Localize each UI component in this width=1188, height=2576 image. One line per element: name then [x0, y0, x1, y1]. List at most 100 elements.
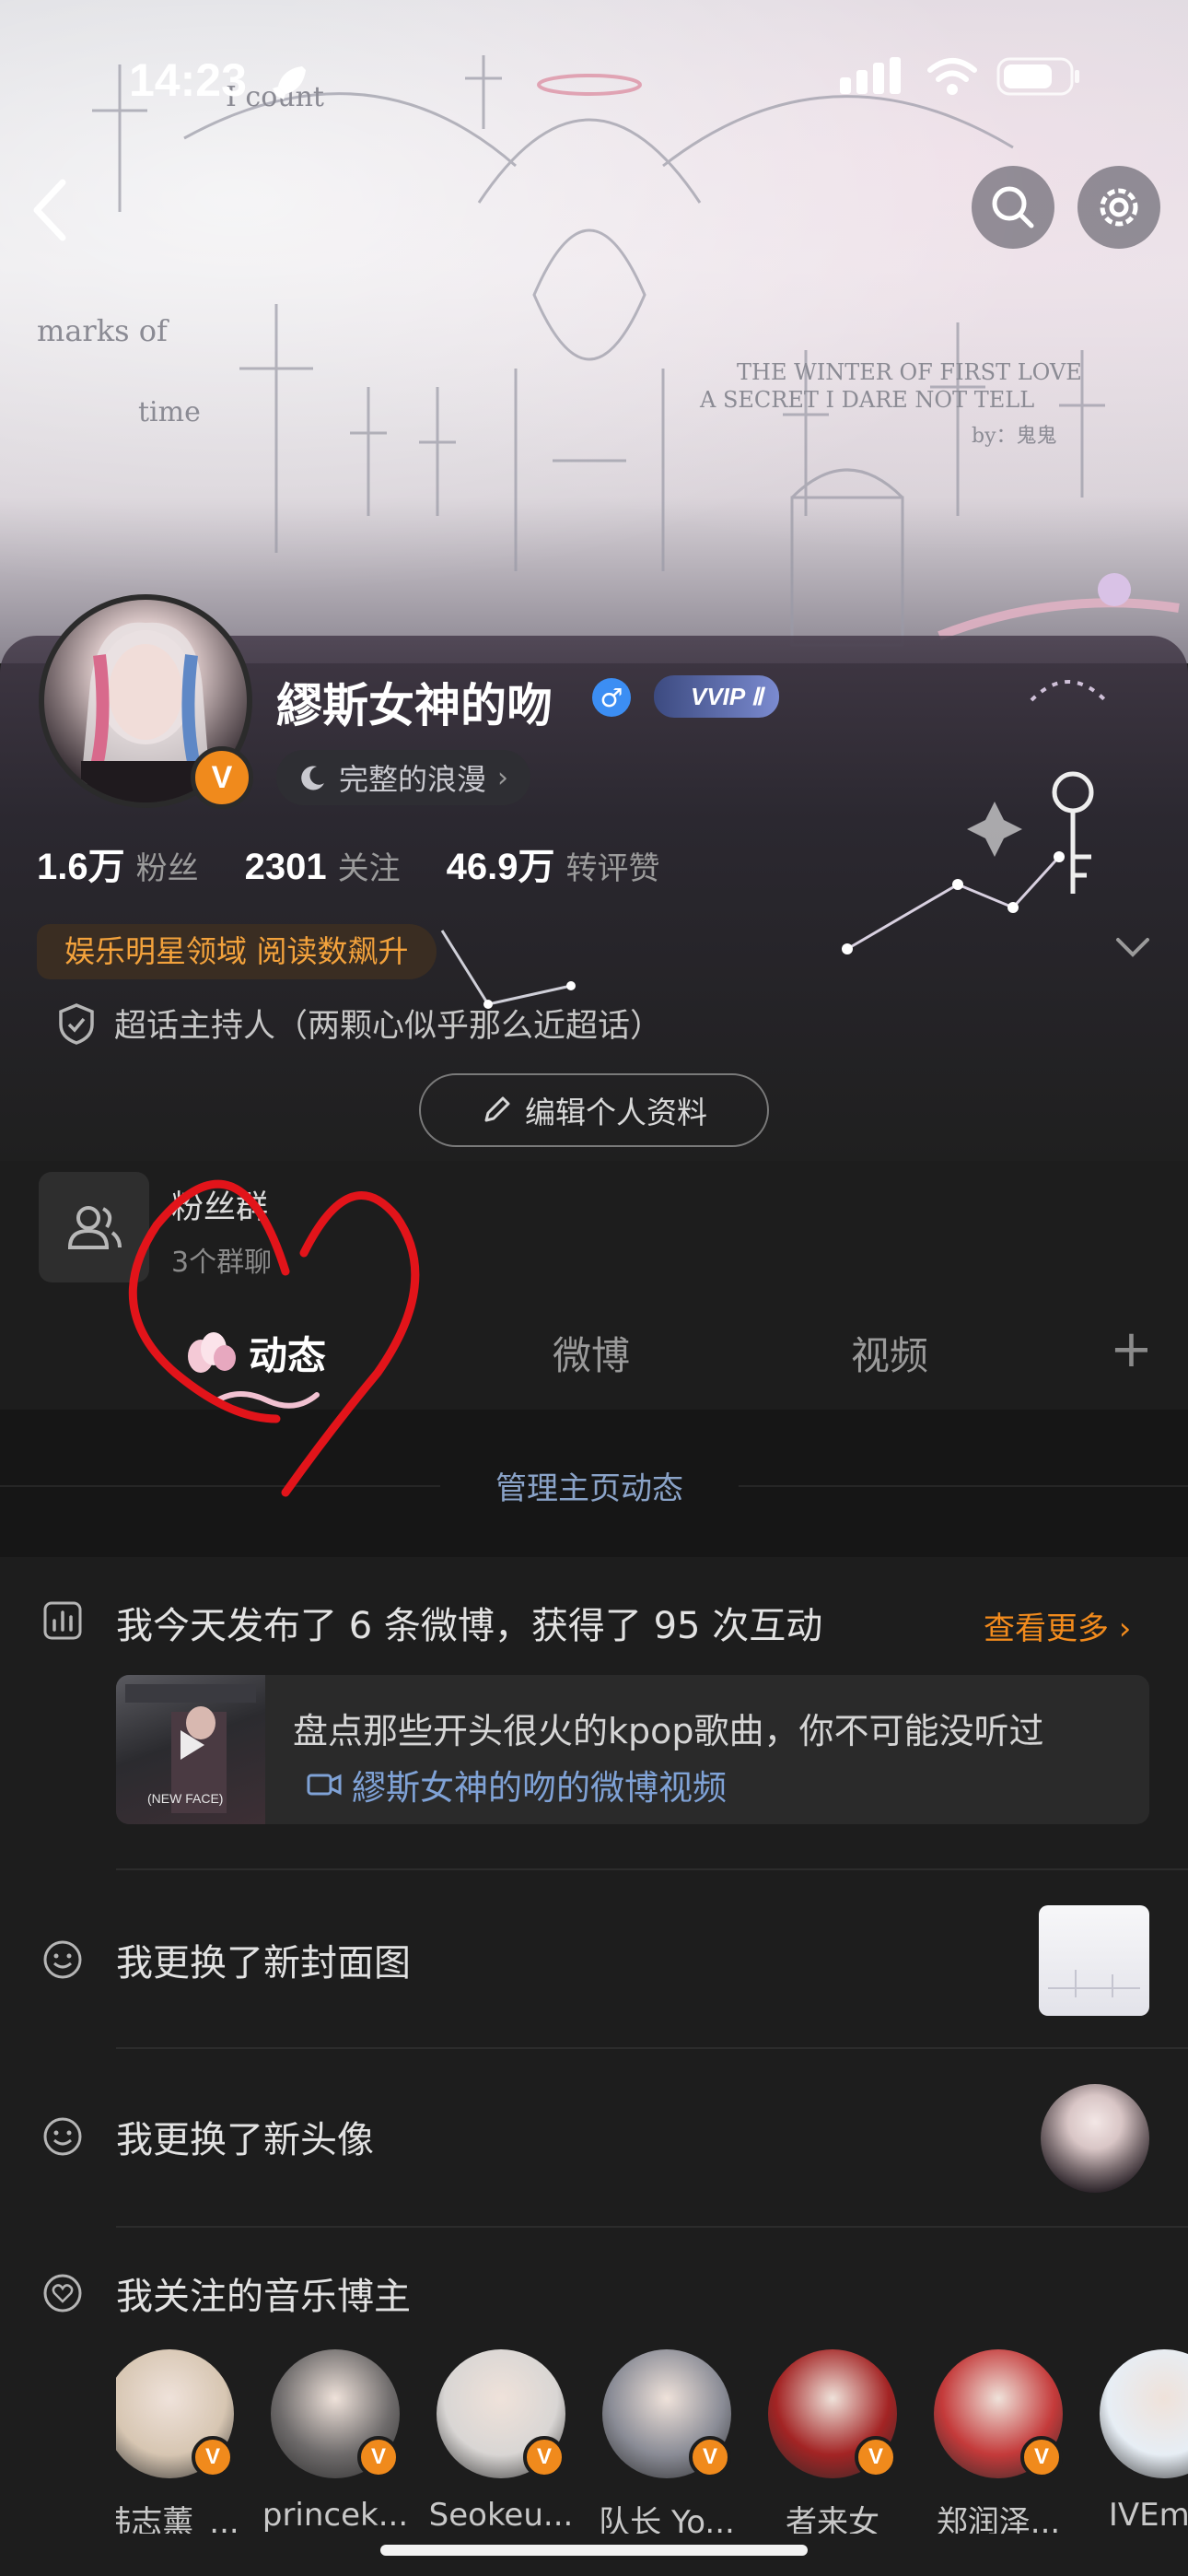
new-avatar-thumbnail[interactable] [1041, 2084, 1149, 2193]
cover-thumbnail-art [1048, 1970, 1140, 1997]
chevron-right-icon: › [1109, 1610, 1132, 1647]
supertopic-host-row[interactable]: 超话主持人（两颗心似乎那么近超话） [57, 1000, 662, 1047]
stat-label: 粉丝 [135, 850, 199, 887]
video-post-card[interactable]: (NEW FACE) 盘点那些开头很火的kpop歌曲，你不可能没听过 繆斯女神的… [116, 1675, 1149, 1824]
feed-divider [116, 2047, 1188, 2049]
chevron-down-icon[interactable] [1112, 931, 1153, 964]
verified-badge-icon: V [191, 746, 253, 809]
male-gender-icon: ♂ [592, 678, 631, 717]
view-more-link[interactable]: 查看更多 › [984, 1603, 1131, 1648]
feed-divider [116, 2226, 1188, 2228]
back-icon[interactable] [26, 175, 72, 245]
blogger-avatar: V [271, 2349, 400, 2478]
stat-following[interactable]: 2301 关注 [245, 843, 401, 888]
music-blogger-list: V韩志薰_...Vprincek...VSeokeu...V队长 Yo...V者… [116, 2349, 1188, 2534]
stat-value: 2301 [244, 847, 327, 887]
verified-badge-icon: V [855, 2436, 897, 2478]
music-blogger-item[interactable]: V 队长 Yo... [593, 2349, 740, 2534]
blogger-name: 队长 Yo... [599, 2504, 735, 2534]
blogger-avatar: V [116, 2349, 234, 2478]
home-indicator[interactable] [380, 2545, 808, 2556]
cover-text-5: A SECRET I DARE NOT TELL [700, 387, 1035, 413]
verified-badge-icon: V [192, 2436, 234, 2478]
smiley-icon [43, 1940, 82, 1979]
play-icon [181, 1730, 204, 1760]
tab-video[interactable]: 视频 [851, 1325, 928, 1381]
blogger-name: 韩志薰_... [116, 2504, 239, 2534]
vip-badge[interactable]: VVIP Ⅱ [654, 675, 780, 718]
stat-value: 46.9万 [446, 847, 555, 887]
stat-value: 1.6万 [37, 847, 125, 887]
constellation-line [440, 930, 576, 1009]
heart-outline-icon [43, 2274, 82, 2313]
blogger-name: Seokeu... [428, 2497, 574, 2534]
constellation-decoration [842, 680, 1107, 954]
heart-annotation [128, 1179, 420, 1497]
cover-text-2: marks of [37, 313, 168, 348]
music-blogger-item[interactable]: IVEm... [1090, 2349, 1188, 2534]
add-tab-plus-icon[interactable]: + [1110, 1319, 1153, 1379]
verified-badge-icon: V [523, 2436, 565, 2478]
blogger-name: 者来女 [786, 2504, 879, 2534]
cover-text-6: by：鬼鬼 [972, 425, 1057, 448]
daily-summary-text: 我今天发布了 6 条微博，获得了 95 次互动 [116, 1605, 823, 1647]
battery-icon [996, 57, 1079, 96]
signal-icon [840, 57, 901, 94]
blogger-avatar [1100, 2349, 1188, 2478]
video-source-label: 繆斯女神的吻的微博视频 [352, 1768, 727, 1808]
blogger-name: princek... [262, 2497, 409, 2534]
settings-button[interactable] [1077, 166, 1160, 249]
music-bloggers-title: 我关注的音乐博主 [116, 2276, 411, 2318]
chevron-right-icon: › [497, 761, 509, 794]
music-blogger-item[interactable]: V 郑润泽... [925, 2349, 1072, 2534]
blogger-avatar: V [602, 2349, 731, 2478]
profile-badge-pill[interactable]: 完整的浪漫 › [276, 750, 531, 805]
verified-badge-icon: V [357, 2436, 400, 2478]
stat-followers[interactable]: 1.6万 粉丝 [37, 837, 199, 890]
gear-icon [1100, 188, 1138, 227]
music-blogger-item[interactable]: V 者来女 [759, 2349, 906, 2534]
moon-icon [301, 766, 324, 790]
blogger-avatar: V [768, 2349, 897, 2478]
supertopic-label: 超话主持人（两颗心似乎那么近超话） [114, 1008, 663, 1045]
pencil-icon [484, 1096, 510, 1122]
edit-profile-button[interactable]: 编辑个人资料 [419, 1073, 769, 1147]
video-source-link[interactable]: 繆斯女神的吻的微博视频 [306, 1760, 727, 1809]
video-title: 盘点那些开头很火的kpop歌曲，你不可能没听过 [293, 1711, 1044, 1751]
stat-label: 转评赞 [565, 850, 660, 887]
domain-tag[interactable]: 娱乐明星领域 阅读数飙升 [37, 924, 437, 979]
search-icon [992, 186, 1034, 228]
blogger-avatar: V [934, 2349, 1063, 2478]
video-camera-icon [307, 1774, 342, 1796]
blogger-avatar: V [437, 2349, 565, 2478]
blogger-name: 郑润泽... [936, 2504, 1061, 2534]
cover-changed-text: 我更换了新封面图 [116, 1942, 411, 1985]
verified-badge-icon: V [1020, 2436, 1063, 2478]
edit-profile-label: 编辑个人资料 [525, 1095, 707, 1130]
stat-interactions[interactable]: 46.9万 转评赞 [447, 837, 660, 890]
username: 繆斯女神的吻 [276, 679, 553, 732]
cover-text-4: THE WINTER OF FIRST LOVE [737, 359, 1082, 385]
rocket-icon [273, 66, 306, 100]
feed-divider [116, 1868, 1188, 1870]
cover-text-3: time [138, 396, 201, 428]
stats-chart-icon [43, 1601, 82, 1640]
avatar-changed-text: 我更换了新头像 [116, 2119, 374, 2161]
music-blogger-item[interactable]: V Seokeu... [427, 2349, 575, 2534]
profile-stats: 1.6万 粉丝 2301 关注 46.9万 转评赞 [37, 837, 659, 890]
blogger-name: IVEm... [1108, 2497, 1188, 2534]
stat-label: 关注 [337, 850, 401, 887]
badge-pill-label: 完整的浪漫 [339, 762, 487, 797]
new-cover-thumbnail[interactable] [1039, 1905, 1149, 2016]
wifi-icon [927, 58, 977, 95]
video-thumb-caption: (NEW FACE) [147, 1791, 224, 1806]
music-blogger-item[interactable]: Vprincek... [262, 2349, 409, 2534]
status-time: 14:23 [129, 54, 247, 106]
shield-icon [59, 1002, 94, 1045]
tab-weibo[interactable]: 微博 [553, 1325, 630, 1381]
verified-badge-icon: V [689, 2436, 731, 2478]
music-blogger-item[interactable]: V 韩志薰_... [116, 2349, 243, 2534]
smiley-icon [43, 2117, 82, 2156]
view-more-label: 查看更多 [984, 1610, 1109, 1647]
search-button[interactable] [972, 166, 1054, 249]
